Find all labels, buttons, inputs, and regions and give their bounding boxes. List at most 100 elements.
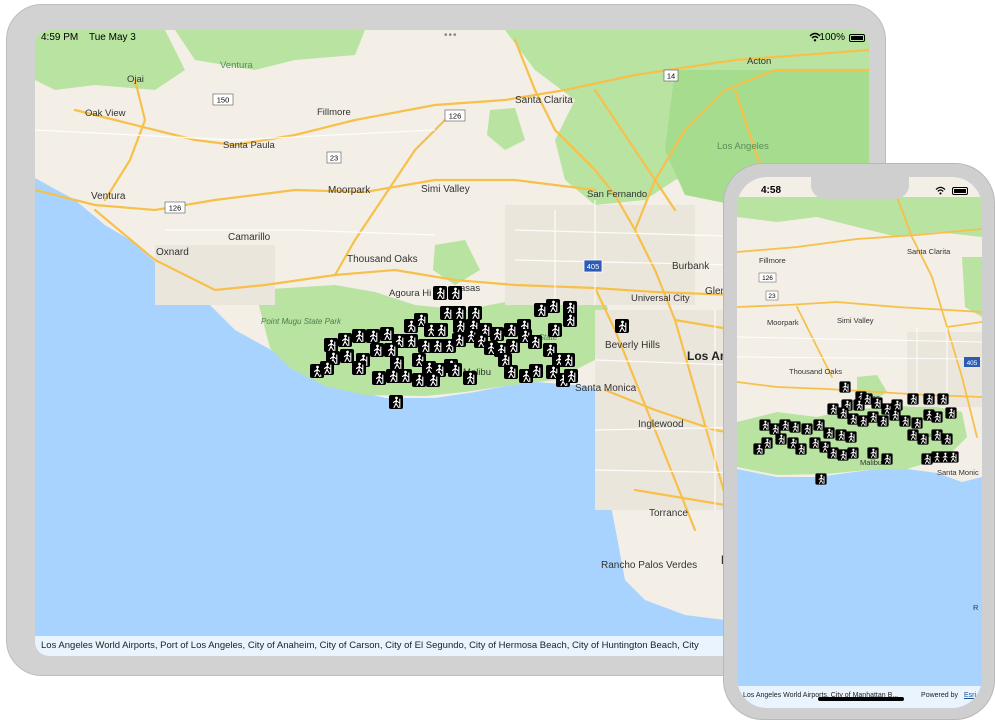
hiker-icon[interactable] (941, 433, 953, 445)
hiker-icon[interactable] (891, 399, 903, 411)
hiker-icon[interactable] (366, 329, 380, 343)
hiker-icon[interactable] (761, 437, 773, 449)
hiker-icon[interactable] (352, 361, 366, 375)
hiker-icon[interactable] (815, 473, 827, 485)
hiker-icon[interactable] (564, 369, 578, 383)
phone-map-view[interactable]: 126 23 405 Fillmore Santa Clarita Moorpa… (737, 177, 982, 708)
hiker-icon[interactable] (813, 419, 825, 431)
hiker-icon[interactable] (847, 413, 859, 425)
place-label: Torrance (649, 508, 688, 519)
hiker-icon[interactable] (563, 301, 577, 315)
hiker-icon[interactable] (452, 306, 466, 320)
hiker-icon[interactable] (386, 369, 400, 383)
hiker-icon[interactable] (338, 333, 352, 347)
hiker-icon[interactable] (563, 313, 577, 327)
hiker-icon[interactable] (839, 381, 851, 393)
hiker-icon[interactable] (528, 335, 542, 349)
place-label: Thousand Oaks (347, 254, 418, 265)
hiker-icon[interactable] (504, 323, 518, 337)
hiker-icon[interactable] (911, 417, 923, 429)
hiker-icon[interactable] (529, 364, 543, 378)
hiker-icon[interactable] (827, 403, 839, 415)
hiker-icon[interactable] (907, 393, 919, 405)
hiker-icon[interactable] (380, 327, 394, 341)
hiker-icon[interactable] (857, 415, 869, 427)
home-indicator[interactable] (818, 697, 904, 701)
hiker-icon[interactable] (861, 393, 873, 405)
hiker-icon[interactable] (789, 421, 801, 433)
hiker-icon[interactable] (324, 338, 338, 352)
hiker-icon[interactable] (947, 451, 959, 463)
esri-link[interactable]: Esri (964, 690, 976, 702)
hiker-icon[interactable] (931, 411, 943, 423)
hiker-icon[interactable] (945, 407, 957, 419)
hiker-icon[interactable] (548, 323, 562, 337)
hiker-icon[interactable] (490, 327, 504, 341)
hiker-icon[interactable] (917, 433, 929, 445)
hiker-icon[interactable] (867, 411, 879, 423)
hiker-icon[interactable] (827, 447, 839, 459)
hiker-icon[interactable] (877, 415, 889, 427)
hiker-icon[interactable] (561, 353, 575, 367)
hiker-icon[interactable] (921, 453, 933, 465)
hiker-icon[interactable] (907, 429, 919, 441)
hiker-icon[interactable] (384, 343, 398, 357)
hiker-icon[interactable] (835, 429, 847, 441)
hiker-icon[interactable] (809, 437, 821, 449)
hiker-icon[interactable] (759, 419, 771, 431)
hiker-icon[interactable] (775, 433, 787, 445)
hiker-icon[interactable] (871, 397, 883, 409)
hiker-icon[interactable] (795, 443, 807, 455)
hiker-icon[interactable] (433, 286, 447, 300)
hiker-icon[interactable] (845, 431, 857, 443)
hiker-icon[interactable] (418, 339, 432, 353)
hiker-icon[interactable] (837, 407, 849, 419)
hiker-icon[interactable] (398, 369, 412, 383)
hiker-icon[interactable] (372, 371, 386, 385)
hiker-icon[interactable] (340, 349, 354, 363)
hiker-icon[interactable] (506, 339, 520, 353)
hiker-icon[interactable] (448, 286, 462, 300)
wifi-icon (935, 186, 946, 195)
hiker-icon[interactable] (434, 323, 448, 337)
hiker-icon[interactable] (389, 395, 403, 409)
hiker-icon[interactable] (615, 319, 629, 333)
hiker-icon[interactable] (426, 373, 440, 387)
hiker-icon[interactable] (837, 449, 849, 461)
hiker-icon[interactable] (412, 373, 426, 387)
hiker-icon[interactable] (352, 329, 366, 343)
place-label: Malibu (860, 458, 882, 467)
hiker-icon[interactable] (390, 356, 404, 370)
hiker-icon[interactable] (370, 343, 384, 357)
hiker-icon[interactable] (440, 306, 454, 320)
hiker-icon[interactable] (889, 409, 901, 421)
hiker-icon[interactable] (468, 306, 482, 320)
multitasking-dots-icon[interactable]: ••• (444, 30, 458, 41)
status-time: 4:59 PM (41, 32, 79, 43)
hiker-icon[interactable] (320, 361, 334, 375)
hiker-icon[interactable] (404, 334, 418, 348)
hiker-icon[interactable] (463, 371, 477, 385)
hiker-icon[interactable] (801, 423, 813, 435)
hiker-icon[interactable] (448, 363, 462, 377)
hiker-icon[interactable] (430, 339, 444, 353)
hiker-icon[interactable] (546, 299, 560, 313)
hiker-icon[interactable] (931, 429, 943, 441)
hiker-icon[interactable] (923, 393, 935, 405)
hiker-icon[interactable] (823, 427, 835, 439)
phone-map[interactable]: 126 23 405 Fillmore Santa Clarita Moorpa… (737, 177, 982, 708)
phone-device: 126 23 405 Fillmore Santa Clarita Moorpa… (723, 163, 995, 720)
tablet-status-bar: 4:59 PM Tue May 3 ••• 100% (35, 30, 869, 50)
hiker-icon[interactable] (937, 393, 949, 405)
hiker-icon[interactable] (498, 353, 512, 367)
hiker-icon[interactable] (847, 447, 859, 459)
battery-icon (952, 187, 968, 195)
hiker-icon[interactable] (881, 453, 893, 465)
hiker-icon[interactable] (899, 415, 911, 427)
hiker-icon[interactable] (867, 447, 879, 459)
hiker-icon[interactable] (452, 333, 466, 347)
hiker-icon[interactable] (779, 419, 791, 431)
hiker-icon[interactable] (504, 365, 518, 379)
hiker-icon[interactable] (534, 303, 548, 317)
hiker-icon[interactable] (769, 423, 781, 435)
